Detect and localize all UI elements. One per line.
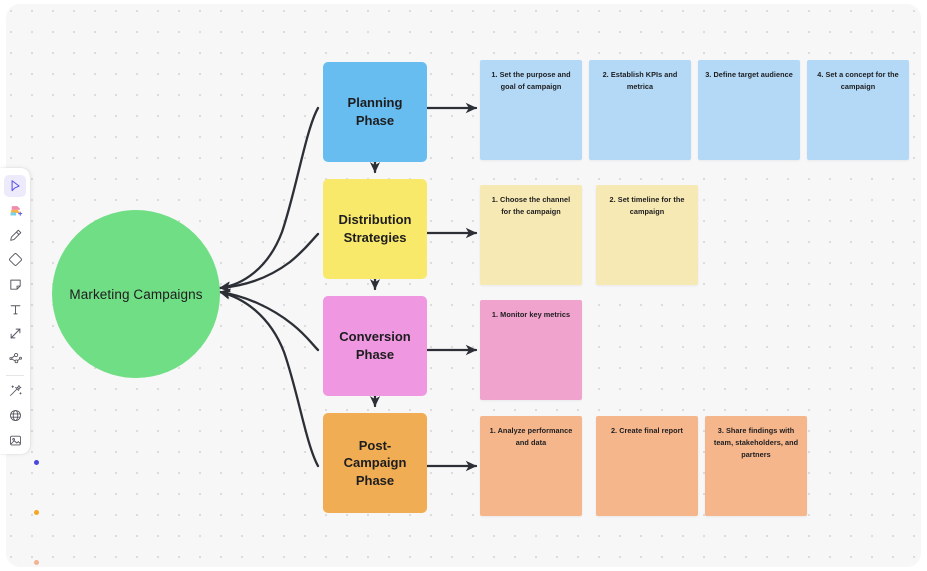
phase-node-conversion[interactable]: Conversion Phase <box>323 296 427 396</box>
sticky-note[interactable]: 1. Monitor key metrics <box>480 300 582 400</box>
central-node-marketing-campaigns[interactable]: Marketing Campaigns <box>52 210 220 378</box>
phase-label-post-campaign-line1: Post-Campaign <box>343 437 407 471</box>
connector-arrow-icon <box>8 326 23 341</box>
toolbar-divider <box>6 375 24 377</box>
tool-magic-wand[interactable] <box>4 380 26 402</box>
cursor-select-icon <box>8 179 22 193</box>
magic-wand-icon <box>8 383 23 398</box>
whiteboard-canvas[interactable]: Marketing Campaigns Planning Phase Distr… <box>6 4 921 567</box>
tool-globe[interactable] <box>4 405 26 427</box>
color-swatch-amber[interactable] <box>34 509 39 515</box>
tool-connector[interactable] <box>4 323 26 345</box>
phase-label-distribution-line2: Strategies <box>343 230 407 245</box>
text-icon <box>8 302 23 317</box>
tool-sticky-notes[interactable] <box>4 200 26 222</box>
tool-pen[interactable] <box>4 224 39 466</box>
phase-label-distribution: Distribution Strategies <box>339 211 412 246</box>
tool-shapes[interactable] <box>4 249 39 515</box>
whiteboard-app: Marketing Campaigns Planning Phase Distr… <box>0 0 927 571</box>
image-icon <box>8 433 23 448</box>
shape-diamond-icon <box>8 252 23 267</box>
phase-label-post-campaign: Post-Campaign Phase <box>330 437 420 490</box>
tool-select[interactable] <box>4 175 26 197</box>
phase-label-conversion: Conversion Phase <box>339 328 411 363</box>
note-card-icon <box>8 277 23 292</box>
sticky-note[interactable]: 1. Analyze performance and data <box>480 416 582 516</box>
phase-label-distribution-line1: Distribution <box>338 212 412 228</box>
sticky-note[interactable]: 1. Set the purpose and goal of campaign <box>480 60 582 160</box>
sticky-note[interactable]: 2. Create final report <box>596 416 698 516</box>
tool-image[interactable] <box>4 429 26 451</box>
sticky-note[interactable]: 2. Set timeline for the campaign <box>596 185 698 285</box>
pen-marker-icon <box>8 228 23 243</box>
mindmap-icon <box>8 351 23 366</box>
central-node-label: Marketing Campaigns <box>69 286 203 302</box>
edge-hub-to-post-campaign <box>218 289 320 468</box>
tool-note-card[interactable] <box>4 274 39 565</box>
edge-hub-to-planning <box>218 106 320 292</box>
phase-label-planning: Planning Phase <box>347 95 403 128</box>
sticky-note[interactable]: 2. Establish KPIs and metrica <box>589 60 691 160</box>
phase-label-conversion-line2: Phase <box>355 347 395 362</box>
sticky-note[interactable]: 1. Choose the channel for the campaign <box>480 185 582 285</box>
left-toolbar <box>0 168 39 565</box>
sticky-note[interactable]: 4. Set a concept for the campaign <box>807 60 909 160</box>
phase-node-distribution[interactable]: Distribution Strategies <box>323 179 427 279</box>
sticky-note[interactable]: 3. Share findings with team, stakeholder… <box>705 416 807 516</box>
sticky-notes-icon <box>8 203 23 218</box>
color-swatch-peach[interactable] <box>34 559 39 565</box>
tool-mindmap[interactable] <box>4 347 26 369</box>
edge-hub-to-distribution <box>218 232 320 293</box>
tool-text[interactable] <box>4 298 26 320</box>
globe-icon <box>8 408 23 423</box>
phase-node-post-campaign[interactable]: Post-Campaign Phase <box>323 413 427 513</box>
phase-node-planning[interactable]: Planning Phase <box>323 62 427 162</box>
phase-label-post-campaign-line2: Phase <box>355 472 395 488</box>
phase-label-conversion-line1: Conversion <box>339 329 411 345</box>
sticky-note[interactable]: 3. Define target audience <box>698 60 800 160</box>
edge-hub-to-conversion <box>218 288 320 352</box>
